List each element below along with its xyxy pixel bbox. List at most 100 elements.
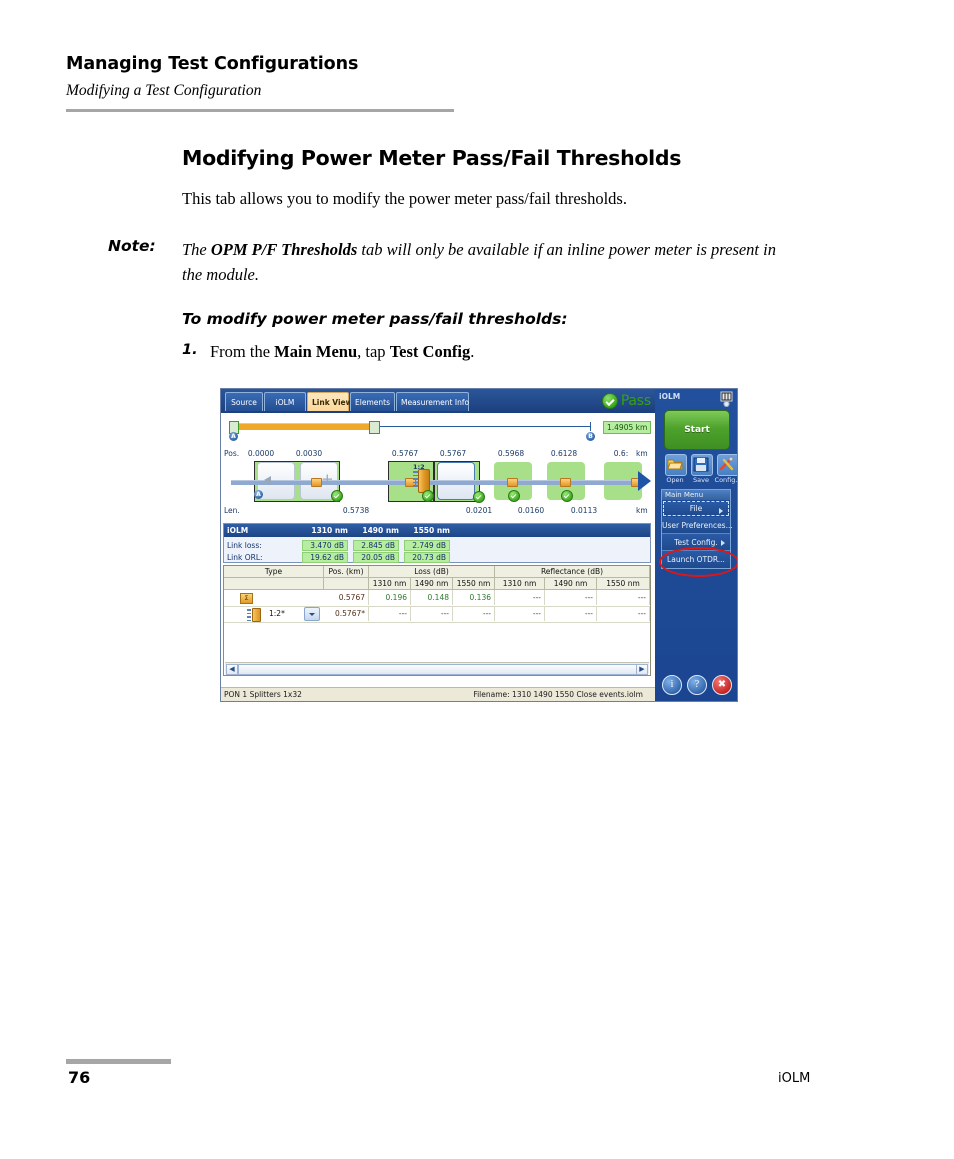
cell-pos-row-1: 0.5767* (324, 606, 369, 621)
cell-loss-1550-row-1: --- (453, 606, 495, 621)
linkview-length-1: 0.0201 (465, 506, 493, 515)
results-link-orl-1490: 20.05 dB (353, 552, 399, 563)
footer-product-name: iOLM (778, 1071, 811, 1086)
check-circle-icon (601, 393, 618, 409)
scroll-right-arrow-icon[interactable]: ▶ (636, 664, 648, 675)
link-overview-bar: A B 1.4905 km (221, 413, 655, 445)
linkview-splice-icon: + (321, 470, 334, 488)
subcol-header-refl-1310: 1310 nm (495, 578, 545, 590)
header-divider (66, 109, 454, 112)
cell-refl-1310-row-0: --- (495, 590, 545, 605)
overview-highlight-segment (231, 423, 373, 430)
status-bar-config: PON 1 Splitters 1x32 (224, 690, 302, 699)
main-menu-header: Main Menu (661, 489, 731, 500)
subcol-header-loss-1310: 1310 nm (369, 578, 411, 590)
chevron-right-icon (719, 508, 723, 514)
cell-type-label-row-1: 1:2* (269, 609, 285, 618)
help-icon[interactable]: ? (687, 675, 707, 695)
overview-marker-b-tick (590, 422, 591, 431)
results-link-orl-1310: 19.62 dB (302, 552, 348, 563)
linkview-splitter-pins-icon (413, 471, 418, 489)
subcol-header-type-blank (224, 578, 324, 590)
scrollbar-thumb[interactable] (238, 664, 638, 675)
start-button[interactable]: Start (664, 410, 730, 450)
results-row-label-link-orl: Link ORL: (227, 553, 263, 562)
config-button-label: Config. (714, 476, 737, 484)
tab-measurement-info[interactable]: Measurement Info (396, 392, 469, 411)
subcol-header-refl-1490: 1490 nm (545, 578, 597, 590)
application-main-area: Source iOLM Link View Elements Measureme… (221, 389, 655, 701)
cell-loss-1550-row-0: 0.136 (453, 590, 495, 605)
link-view-schematic: Pos. Len. km km 0.0000 0.0030 0.5767 0.5… (221, 445, 655, 521)
open-button[interactable] (665, 454, 687, 476)
linkview-fiber-line (231, 480, 641, 485)
exit-icon[interactable]: ✖ (712, 675, 732, 695)
linkview-unit-bottom: km (636, 506, 648, 515)
chevron-right-icon (721, 540, 725, 546)
tab-iolm[interactable]: iOLM (264, 392, 306, 411)
cell-loss-1310-row-0: 0.196 (369, 590, 411, 605)
cell-pos-row-0: 0.5767 (324, 590, 369, 605)
linkview-connector-icon-4 (560, 478, 571, 487)
menu-item-user-preferences[interactable]: User Preferences... (662, 517, 733, 534)
linkview-direction-arrow-icon (264, 476, 271, 484)
status-badge: Pass (601, 391, 651, 411)
linkview-position-1: 0.0030 (295, 449, 323, 458)
tab-elements[interactable]: Elements (350, 392, 395, 411)
config-button[interactable] (717, 454, 737, 476)
subcol-header-pos-blank (324, 578, 369, 590)
tools-icon (719, 456, 734, 471)
page-running-header: Managing Test Configurations Modifying a… (66, 54, 456, 112)
linkview-badge-a: A (254, 490, 263, 499)
linkview-len-label: Len. (224, 506, 240, 515)
table-row[interactable]: Σ 0.5767 0.196 0.148 0.136 --- --- --- (224, 590, 650, 607)
menu-item-file[interactable]: File (663, 501, 729, 516)
step-number: 1. (182, 342, 198, 358)
info-icon[interactable]: i (662, 675, 682, 695)
linkview-connector-icon-3 (507, 478, 518, 487)
overview-total-distance: 1.4905 km (603, 421, 652, 434)
save-button[interactable] (691, 454, 713, 476)
menu-item-test-config[interactable]: Test Config. (662, 534, 730, 551)
status-badge-label: Pass (620, 393, 651, 409)
splitter-ratio-dropdown[interactable] (304, 607, 320, 621)
results-link-loss-1550: 2.749 dB (404, 540, 450, 551)
table-horizontal-scrollbar[interactable]: ◀ ▶ (225, 662, 649, 675)
table-row[interactable]: 1:2* 0.5767* --- --- --- --- --- --- (224, 606, 650, 623)
scroll-left-arrow-icon[interactable]: ◀ (226, 664, 238, 675)
overview-marker-splitter-tick[interactable] (369, 421, 380, 434)
linkview-pass-check-1-icon (331, 490, 343, 502)
cell-refl-1550-row-1: --- (597, 606, 650, 621)
tab-link-view[interactable]: Link View (307, 392, 353, 411)
linkview-pos-label: Pos. (224, 449, 240, 458)
cell-refl-1310-row-1: --- (495, 606, 545, 621)
menu-item-launch-otdr[interactable]: Launch OTDR... (662, 551, 730, 568)
folder-open-icon (667, 459, 683, 470)
overview-badge-b: B (586, 432, 595, 441)
linkview-length-3: 0.0113 (570, 506, 598, 515)
footer-divider (66, 1059, 171, 1064)
linkview-unit-top: km (636, 449, 648, 458)
note-text-pre: The (182, 240, 211, 259)
cell-refl-1550-row-0: --- (597, 590, 650, 605)
open-button-label: Open (666, 476, 684, 484)
linkview-scroll-right-arrow-icon[interactable] (638, 471, 651, 491)
results-link-loss-1490: 2.845 dB (353, 540, 399, 551)
main-menu-list: File User Preferences... Test Config. La… (661, 500, 733, 569)
results-link-orl-1550: 20.73 dB (404, 552, 450, 563)
header-title: Managing Test Configurations (66, 54, 359, 74)
results-summary-header: iOLM 1310 nm 1490 nm 1550 nm (224, 524, 650, 537)
splitter-icon (252, 608, 261, 622)
results-summary-panel: iOLM 1310 nm 1490 nm 1550 nm Link loss: … (223, 523, 651, 563)
intro-paragraph: This tab allows you to modify the power … (182, 189, 627, 208)
procedure-title: To modify power meter pass/fail threshol… (182, 310, 568, 328)
menu-item-file-label: File (689, 504, 703, 513)
col-header-loss: Loss (dB) (369, 566, 495, 578)
results-title: iOLM (227, 526, 249, 535)
tab-source[interactable]: Source (225, 392, 263, 411)
save-button-label: Save (693, 476, 709, 484)
battery-icon (720, 391, 733, 407)
results-wavelength-1: 1490 nm (362, 526, 399, 535)
step-text-post: . (470, 342, 475, 361)
step-bold-test-config: Test Config (389, 342, 471, 361)
